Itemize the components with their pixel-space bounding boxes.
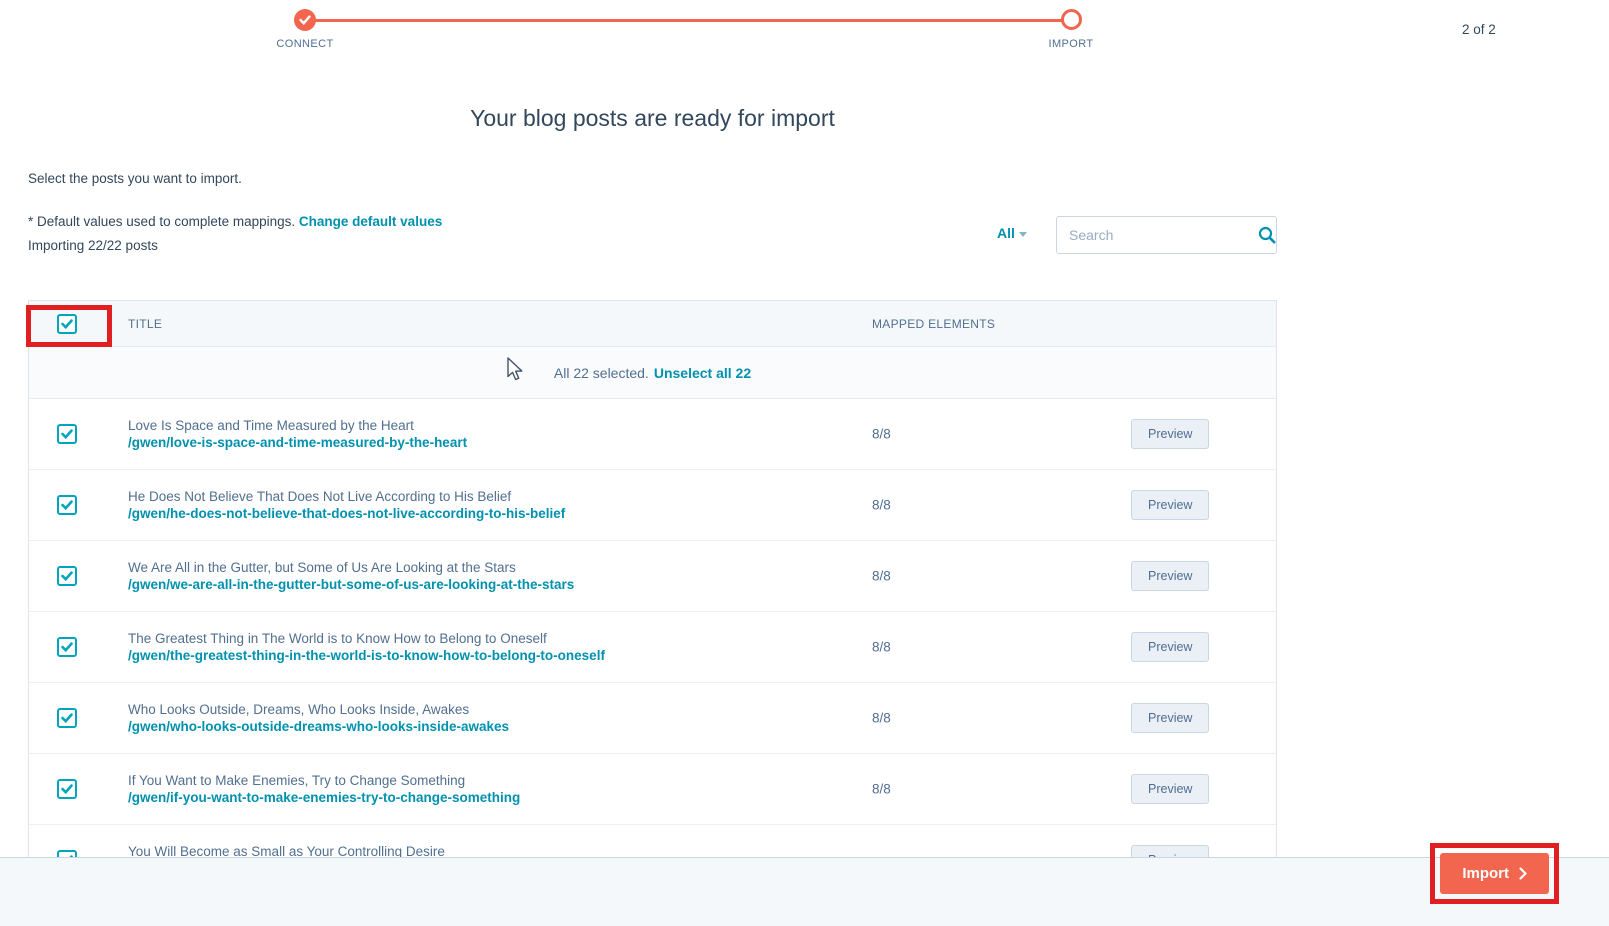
import-button[interactable]: Import [1440,853,1549,894]
post-slug-link[interactable]: /gwen/the-greatest-thing-in-the-world-is… [128,647,605,664]
preview-button[interactable]: Preview [1131,774,1209,804]
check-icon [61,319,73,329]
highlight-box-import: Import [1430,843,1559,904]
row-checkbox[interactable] [57,779,77,799]
step-import-circle-icon [1061,9,1082,30]
mapped-elements-count: 8/8 [872,569,891,584]
change-default-values-link[interactable]: Change default values [299,214,442,229]
page-title: Your blog posts are ready for import [28,105,1277,132]
preview-button[interactable]: Preview [1131,703,1209,733]
posts-table: TITLE MAPPED ELEMENTS All 22 selected. U… [28,300,1277,858]
table-row: We Are All in the Gutter, but Some of Us… [29,541,1276,612]
post-title: He Does Not Believe That Does Not Live A… [128,488,565,505]
check-icon [61,500,73,510]
row-text-block: The Greatest Thing in The World is to Kn… [128,630,605,664]
selection-summary-text: All 22 selected. [554,365,649,381]
post-title: Who Looks Outside, Dreams, Who Looks Ins… [128,701,509,718]
column-header-mapped-elements: MAPPED ELEMENTS [872,317,995,331]
row-text-block: Who Looks Outside, Dreams, Who Looks Ins… [128,701,509,735]
mapped-elements-count: 8/8 [872,711,891,726]
row-checkbox[interactable] [57,424,77,444]
row-text-block: Love Is Space and Time Measured by the H… [128,417,467,451]
post-slug-link[interactable]: /gwen/he-does-not-believe-that-does-not-… [128,505,565,522]
selection-summary-row: All 22 selected. Unselect all 22 [29,347,1276,399]
post-title: If You Want to Make Enemies, Try to Chan… [128,772,520,789]
check-icon [61,571,73,581]
row-text-block: If You Want to Make Enemies, Try to Chan… [128,772,520,806]
filter-scope-label: All [997,225,1015,241]
mapped-elements-count: 8/8 [872,640,891,655]
post-title: Love Is Space and Time Measured by the H… [128,417,467,434]
row-checkbox[interactable] [57,495,77,515]
table-row: He Does Not Believe That Does Not Live A… [29,470,1276,541]
check-icon [61,784,73,794]
search-input[interactable] [1067,226,1252,244]
step-import-label: IMPORT [1011,38,1131,50]
preview-button[interactable]: Preview [1131,632,1209,662]
step-connect-label: CONNECT [245,38,365,50]
check-icon [61,429,73,439]
mappings-note-text: * Default values used to complete mappin… [28,214,295,229]
preview-button[interactable]: Preview [1131,561,1209,591]
post-slug-link[interactable]: /gwen/we-are-all-in-the-gutter-but-some-… [128,576,574,593]
post-slug-link[interactable]: /gwen/who-looks-outside-dreams-who-looks… [128,718,509,735]
table-body: Love Is Space and Time Measured by the H… [29,399,1276,858]
row-checkbox[interactable] [57,708,77,728]
row-text-block: We Are All in the Gutter, but Some of Us… [128,559,574,593]
select-all-checkbox[interactable] [57,314,77,334]
table-header-row: TITLE MAPPED ELEMENTS [29,301,1276,347]
table-row: You Will Become as Small as Your Control… [29,825,1276,858]
table-row: If You Want to Make Enemies, Try to Chan… [29,754,1276,825]
post-title: The Greatest Thing in The World is to Kn… [128,630,605,647]
row-text-block: He Does Not Believe That Does Not Live A… [128,488,565,522]
stepper-connector-line [314,19,1062,22]
import-button-label: Import [1462,865,1509,882]
chevron-right-icon [1519,867,1527,880]
search-box [1056,216,1277,254]
row-checkbox[interactable] [57,566,77,586]
chevron-down-icon [1019,232,1027,237]
row-checkbox[interactable] [57,637,77,657]
check-icon [61,642,73,652]
mapped-elements-count: 8/8 [872,782,891,797]
check-icon [299,15,311,25]
unselect-all-link[interactable]: Unselect all 22 [654,365,751,381]
importing-count: Importing 22/22 posts [28,238,158,253]
filter-scope-dropdown[interactable]: All [997,225,1027,241]
post-title: We Are All in the Gutter, but Some of Us… [128,559,574,576]
mapped-elements-count: 8/8 [872,498,891,513]
check-icon [61,713,73,723]
row-text-block: You Will Become as Small as Your Control… [128,843,445,858]
step-progress-count: 2 of 2 [1462,22,1496,37]
post-slug-link[interactable]: /gwen/if-you-want-to-make-enemies-try-to… [128,789,520,806]
step-connect-complete-icon [294,9,316,31]
mapped-elements-count: 8/8 [872,427,891,442]
mappings-note: * Default values used to complete mappin… [28,214,442,229]
preview-button[interactable]: Preview [1131,490,1209,520]
preview-button[interactable]: Preview [1131,419,1209,449]
search-icon[interactable] [1258,226,1276,244]
post-title: You Will Become as Small as Your Control… [128,843,445,858]
table-row: Love Is Space and Time Measured by the H… [29,399,1276,470]
table-row: The Greatest Thing in The World is to Kn… [29,612,1276,683]
post-slug-link[interactable]: /gwen/love-is-space-and-time-measured-by… [128,434,467,451]
column-header-title: TITLE [128,317,162,331]
footer-bar [0,857,1609,926]
table-row: Who Looks Outside, Dreams, Who Looks Ins… [29,683,1276,754]
page-subtitle: Select the posts you want to import. [28,171,242,186]
